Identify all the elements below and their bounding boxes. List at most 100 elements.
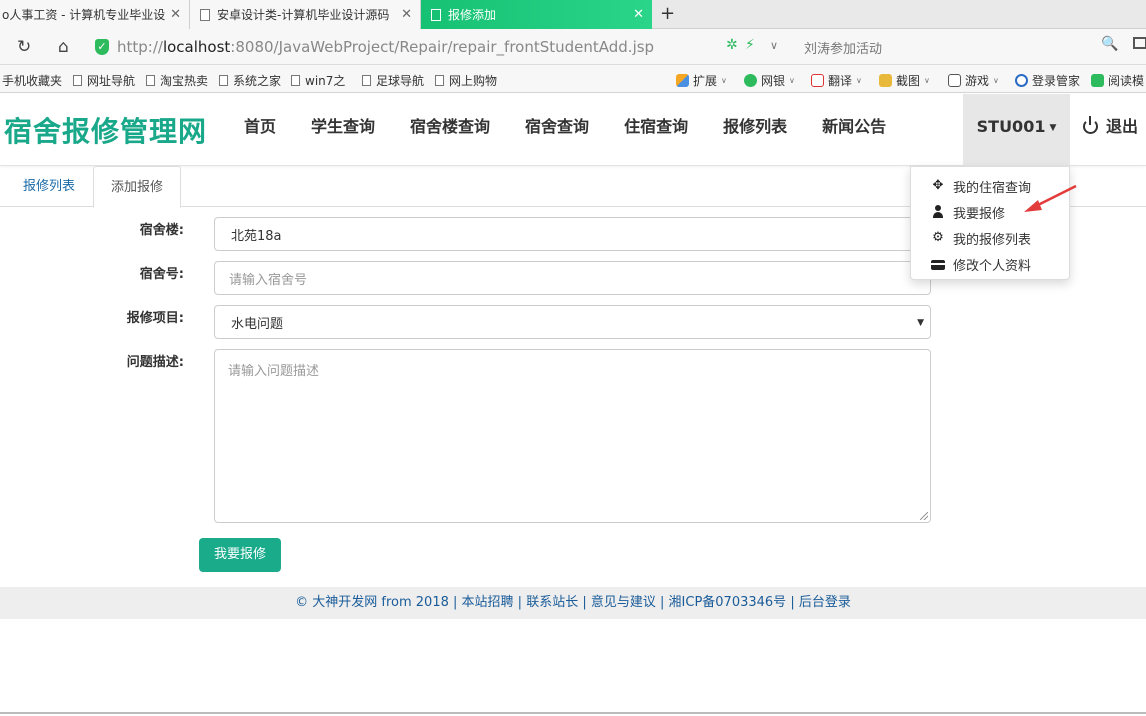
reload-icon[interactable]: ↻ xyxy=(17,37,31,57)
nav-student-query[interactable]: 学生查询 xyxy=(297,94,389,166)
repair-item-value: 水电问题 xyxy=(231,316,284,332)
bookmark-item[interactable]: 网址导航 xyxy=(73,72,135,89)
description-placeholder: 请输入问题描述 xyxy=(228,364,320,379)
nav-repair-list[interactable]: 报修列表 xyxy=(709,94,801,166)
footer-link-feedback[interactable]: 意见与建议 xyxy=(591,595,656,610)
translate-icon xyxy=(811,74,824,87)
tab-repair-list[interactable]: 报修列表 xyxy=(8,166,90,207)
extension-item[interactable]: 扩展 ∨ xyxy=(676,72,727,89)
dropdown-item-edit-profile[interactable]: 修改个人资料 xyxy=(911,251,1069,277)
extension-item[interactable]: 网银 ∨ xyxy=(744,72,795,89)
footer-link-contact[interactable]: 联系站长 xyxy=(526,595,578,610)
building-value: 北苑18a xyxy=(231,228,282,244)
building-select[interactable]: 北苑18a xyxy=(214,217,931,251)
extension-item[interactable]: 截图 ∨ xyxy=(879,72,930,89)
nav-news[interactable]: 新闻公告 xyxy=(808,94,900,166)
repair-item-select[interactable]: 水电问题 ▼ xyxy=(214,305,931,339)
tab-add-repair[interactable]: 添加报修 xyxy=(93,166,181,208)
bookmark-item[interactable]: 手机收藏夹 xyxy=(2,72,62,89)
dropdown-item-my-repairs[interactable]: ⚙ 我的报修列表 xyxy=(911,225,1069,251)
main-menu: 首页 学生查询 宿舍楼查询 宿舍查询 住宿查询 报修列表 新闻公告 xyxy=(230,94,907,166)
browser-tab-title: 安卓设计类-计算机毕业设计源码 xyxy=(217,8,390,22)
item-label: 报修项目: xyxy=(126,311,184,326)
caret-down-icon: ▼ xyxy=(1049,122,1057,133)
screenshot-icon xyxy=(879,74,892,87)
extension-item[interactable]: 翻译 ∨ xyxy=(811,72,862,89)
page-icon xyxy=(146,75,155,86)
nav-home[interactable]: 首页 xyxy=(230,94,290,166)
window-bottom-border xyxy=(0,712,1146,714)
bank-icon xyxy=(744,74,757,87)
move-icon: ✥ xyxy=(932,178,944,193)
url-field[interactable]: ✓ http://localhost:8080/JavaWebProject/R… xyxy=(95,33,785,61)
site-navbar: 宿舍报修管理网 首页 学生查询 宿舍楼查询 宿舍查询 住宿查询 报修列表 新闻公… xyxy=(0,94,1146,166)
footer-link-admin-login[interactable]: 后台登录 xyxy=(799,595,851,610)
resize-handle-icon[interactable] xyxy=(920,512,928,520)
bookmark-item[interactable]: 系统之家 xyxy=(219,72,281,89)
browser-tab-title: 报修添加 xyxy=(448,8,497,22)
footer-copyright: © 大神开发网 from 2018 xyxy=(295,595,449,610)
page-icon xyxy=(200,8,210,21)
gamepad-icon xyxy=(948,74,961,87)
close-icon[interactable]: ✕ xyxy=(170,7,181,22)
book-icon xyxy=(1091,74,1104,87)
page-icon xyxy=(362,75,371,86)
monitor-icon[interactable] xyxy=(1133,37,1146,49)
page-icon xyxy=(435,75,444,86)
lightning-icon[interactable]: ⚡ xyxy=(745,37,755,53)
bookmark-item[interactable]: 网上购物 xyxy=(435,72,497,89)
user-menu-button[interactable]: STU001 ▼ xyxy=(963,94,1070,166)
bookmark-item[interactable]: win7之 xyxy=(291,72,345,89)
refresh-speed-icon[interactable]: ✲ xyxy=(726,37,738,53)
username: STU001 xyxy=(976,117,1046,136)
nav-dorm-query[interactable]: 宿舍查询 xyxy=(511,94,603,166)
nav-lodging-query[interactable]: 住宿查询 xyxy=(610,94,702,166)
extension-item[interactable]: 游戏 ∨ xyxy=(948,72,999,89)
room-label: 宿舍号: xyxy=(139,267,184,282)
bookmark-item[interactable]: 淘宝热卖 xyxy=(146,72,208,89)
chevron-down-icon[interactable]: ∨ xyxy=(770,39,778,52)
dropdown-item-request-repair[interactable]: 我要报修 xyxy=(911,199,1069,225)
bookmark-item[interactable]: 足球导航 xyxy=(362,72,424,89)
site-footer: © 大神开发网 from 2018 | 本站招聘 | 联系站长 | 意见与建议 … xyxy=(0,587,1146,619)
description-textarea[interactable]: 请输入问题描述 xyxy=(214,349,931,523)
room-placeholder: 请输入宿舍号 xyxy=(229,272,308,288)
browser-tab-2[interactable]: 安卓设计类-计算机毕业设计源码 ✕ xyxy=(190,0,421,29)
chevron-down-icon: ∨ xyxy=(856,76,862,85)
room-input[interactable]: 请输入宿舍号 xyxy=(214,261,931,295)
extension-icon xyxy=(676,74,689,87)
close-icon[interactable]: ✕ xyxy=(633,7,644,22)
extension-item[interactable]: 阅读模 xyxy=(1091,72,1144,89)
dropdown-item-my-lodging[interactable]: ✥ 我的住宿查询 xyxy=(911,173,1069,199)
page-icon xyxy=(219,75,228,86)
page-icon xyxy=(291,75,300,86)
bookmarks-bar: 手机收藏夹 网址导航 淘宝热卖 系统之家 win7之 足球导航 网上购物 扩展 ∨… xyxy=(0,65,1146,93)
address-bar: ↻ ⌂ ✓ http://localhost:8080/JavaWebProje… xyxy=(0,29,1146,65)
close-icon[interactable]: ✕ xyxy=(401,7,412,22)
logout-button[interactable]: 退出 xyxy=(1083,94,1138,166)
site-brand[interactable]: 宿舍报修管理网 xyxy=(4,110,207,150)
credit-card-icon xyxy=(931,260,945,270)
search-icon[interactable]: 🔍 xyxy=(1101,36,1118,52)
user-icon xyxy=(931,205,945,219)
chevron-down-icon: ∨ xyxy=(993,76,999,85)
extension-item[interactable]: 登录管家 xyxy=(1015,72,1080,89)
footer-link-icp[interactable]: 湘ICP备0703346号 xyxy=(669,595,787,610)
shield-icon: ✓ xyxy=(95,39,109,55)
power-icon xyxy=(1083,116,1098,134)
page-icon xyxy=(73,75,82,86)
search-icon xyxy=(1015,74,1028,87)
browser-tab-3-active[interactable]: 报修添加 ✕ xyxy=(421,0,652,29)
user-dropdown-menu: ✥ 我的住宿查询 我要报修 ⚙ 我的报修列表 修改个人资料 xyxy=(910,166,1070,280)
browser-tab-1[interactable]: o人事工资 - 计算机专业毕业设 ✕ xyxy=(0,0,190,29)
chevron-down-icon: ∨ xyxy=(789,76,795,85)
home-icon[interactable]: ⌂ xyxy=(58,37,69,57)
gear-icon: ⚙ xyxy=(932,230,944,245)
footer-link-jobs[interactable]: 本站招聘 xyxy=(462,595,514,610)
building-label: 宿舍楼: xyxy=(139,223,184,238)
nav-building-query[interactable]: 宿舍楼查询 xyxy=(396,94,504,166)
chevron-down-icon: ∨ xyxy=(924,76,930,85)
search-hint-text[interactable]: 刘涛参加活动 xyxy=(804,38,882,57)
submit-repair-button[interactable]: 我要报修 xyxy=(199,538,281,572)
new-tab-button[interactable]: + xyxy=(660,3,675,24)
